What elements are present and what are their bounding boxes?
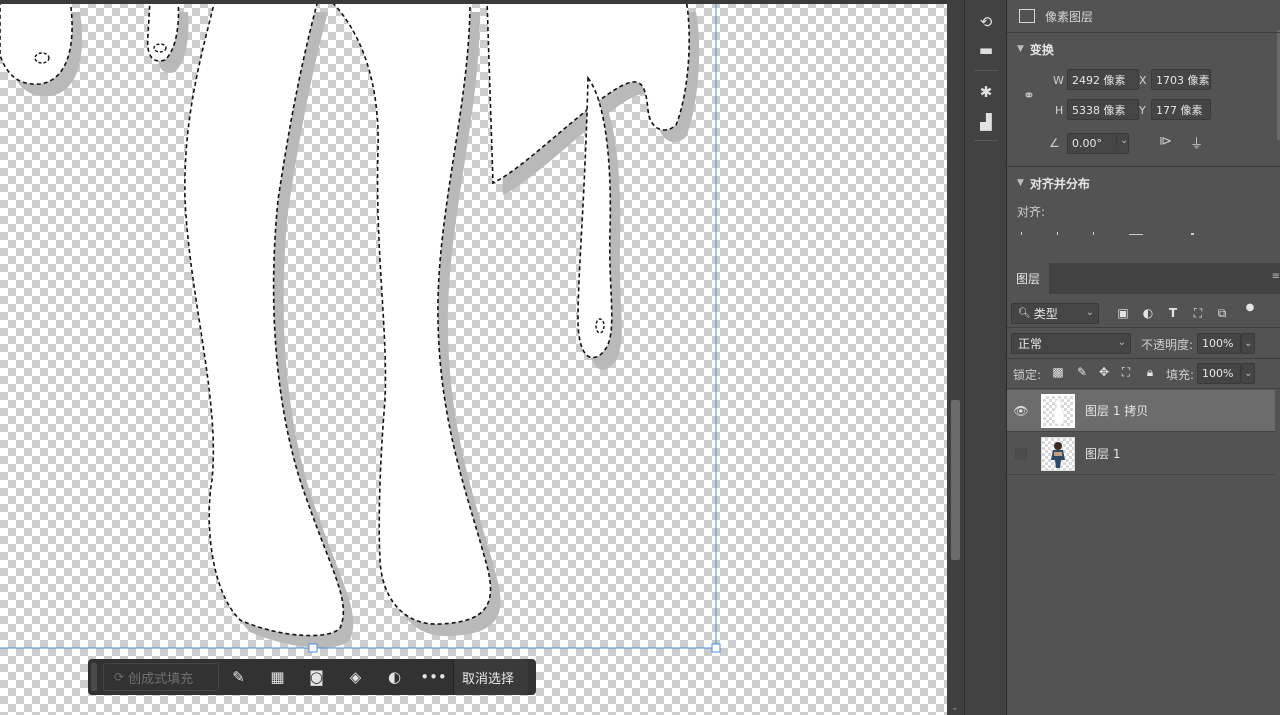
layer-row[interactable]: 👁︎ 图层 1 拷贝	[1007, 390, 1275, 432]
align-title: 对齐并分布	[1029, 176, 1090, 191]
align-label: 对齐:	[1017, 205, 1046, 219]
angle-field[interactable]: 0.00° ⌄	[1067, 133, 1129, 154]
width-field[interactable]: 2492 像素	[1067, 69, 1139, 90]
align-middle-icon[interactable]	[1191, 233, 1194, 235]
visibility-toggle-off[interactable]	[1015, 447, 1027, 460]
lock-label: 锁定:	[1013, 368, 1042, 382]
tab-layers[interactable]: 图层	[1007, 263, 1049, 294]
align-left-icon[interactable]	[1021, 232, 1022, 235]
more-options-icon[interactable]: •••	[414, 659, 453, 695]
lock-position-icon[interactable]: ✥	[1095, 365, 1113, 379]
right-panel: 像素图层 ▼ 变换 W 2492 像素 X 1703 像素 ⚭ H 5338 像…	[1007, 0, 1280, 715]
angle-icon: ∠	[1049, 136, 1060, 150]
layer-thumbnail[interactable]	[1041, 436, 1075, 471]
transform-section-header[interactable]: ▼ 变换	[1007, 40, 1280, 58]
align-section-header[interactable]: ▼ 对齐并分布	[1007, 174, 1280, 192]
align-right-icon[interactable]	[1093, 232, 1094, 235]
align-center-icon[interactable]	[1057, 232, 1058, 235]
layer-thumbnail-figure	[1053, 399, 1065, 424]
width-label: W	[1053, 74, 1064, 87]
fill-dropdown-icon[interactable]: ⌄	[1241, 363, 1255, 384]
layers-tab-bar: 图层 ≡	[1007, 263, 1280, 294]
filter-shape-icon[interactable]: ⛶	[1189, 306, 1207, 321]
opacity-field[interactable]: 100%	[1197, 333, 1241, 354]
histogram-icon[interactable]: ▟	[973, 110, 999, 134]
link-dimensions-icon[interactable]: ⚭	[1023, 88, 1035, 104]
align-top-icon[interactable]	[1129, 234, 1143, 235]
fill-label: 填充:	[1166, 368, 1195, 382]
filter-toggle-icon[interactable]: ●	[1241, 302, 1259, 313]
layer-name[interactable]: 图层 1 拷贝	[1085, 402, 1148, 419]
x-field[interactable]: 1703 像素	[1151, 69, 1211, 90]
deselect-button[interactable]: 取消选择	[453, 659, 529, 695]
lock-all-icon[interactable]: 🔒︎	[1141, 365, 1159, 380]
eye-icon[interactable]: 👁︎	[1007, 404, 1035, 418]
transform-title: 变换	[1029, 42, 1054, 57]
canvas-top-edge	[0, 0, 947, 4]
scrollbar-thumb[interactable]	[951, 400, 960, 560]
comments-icon[interactable]: ▬	[973, 38, 999, 62]
layer-filter-dropdown[interactable]: 🔍︎ 类型 ⌄	[1011, 303, 1099, 324]
search-icon: 🔍︎	[1018, 308, 1031, 319]
taskbar-grip-handle[interactable]	[91, 663, 97, 691]
navigator-icon[interactable]: ✱	[973, 80, 999, 104]
lock-artboard-icon[interactable]: ⛶	[1117, 365, 1135, 380]
chevron-down-icon: ▼	[1017, 178, 1024, 188]
blend-mode-dropdown[interactable]: 正常 ⌄	[1011, 333, 1131, 354]
panel-icon-strip: ⟲ ▬ ✱ ▟	[964, 0, 1007, 715]
generative-fill-label: 创成式填充	[128, 671, 194, 687]
select-mask-icon[interactable]: ▦	[258, 659, 297, 695]
adjustment-layer-icon[interactable]: ◐	[375, 659, 414, 695]
scroll-down-arrow-icon[interactable]: ⌄	[951, 703, 959, 713]
pixel-layer-icon	[1019, 9, 1035, 23]
generative-fill-button[interactable]: ⟳ 创成式填充	[103, 663, 219, 691]
selection-artwork	[0, 0, 721, 653]
filter-kind-label: 类型	[1033, 307, 1058, 321]
y-label: Y	[1139, 104, 1146, 117]
create-mask-icon[interactable]: ◙	[297, 659, 336, 695]
strip-divider	[974, 70, 998, 71]
fill-bucket-icon[interactable]: ◈	[336, 659, 375, 695]
blend-mode-value: 正常	[1018, 337, 1043, 351]
contextual-task-bar: ⟳ 创成式填充 ✎ ▦ ◙ ◈ ◐ ••• 取消选择	[88, 659, 536, 695]
angle-dropdown-icon[interactable]: ⌄	[1116, 135, 1128, 146]
generative-sparkle-icon: ⟳	[114, 670, 125, 684]
canvas-vertical-scrollbar[interactable]: ⌄	[947, 0, 964, 715]
y-field[interactable]: 177 像素	[1151, 99, 1211, 120]
layer-thumbnail[interactable]	[1041, 393, 1075, 428]
fill-field[interactable]: 100%	[1197, 363, 1241, 384]
height-field[interactable]: 5338 像素	[1067, 99, 1139, 120]
filter-adjustment-icon[interactable]: ◐	[1139, 306, 1157, 320]
modify-selection-brush-icon[interactable]: ✎	[219, 659, 258, 695]
history-icon[interactable]: ⟲	[973, 10, 999, 34]
document-canvas[interactable]: ⟳ 创成式填充 ✎ ▦ ◙ ◈ ◐ ••• 取消选择	[0, 0, 947, 715]
properties-layer-type: 像素图层	[1007, 6, 1280, 26]
chevron-down-icon: ▼	[1017, 44, 1024, 54]
layer-type-label: 像素图层	[1045, 9, 1094, 24]
angle-value: 0.00°	[1072, 137, 1102, 150]
lock-transparent-pixels-icon[interactable]: ▩	[1049, 365, 1067, 379]
filter-smart-object-icon[interactable]: ⧉	[1213, 306, 1231, 321]
panel-menu-icon[interactable]: ≡	[1272, 271, 1280, 282]
strip-divider	[974, 140, 998, 141]
chevron-down-icon: ⌄	[1085, 307, 1094, 318]
flip-vertical-icon[interactable]: ⏚	[1190, 133, 1203, 152]
flip-horizontal-icon[interactable]: ⧐	[1159, 134, 1172, 149]
filter-pixel-icon[interactable]: ▣	[1114, 306, 1132, 320]
chevron-down-icon: ⌄	[1117, 337, 1126, 348]
layer-name[interactable]: 图层 1	[1085, 445, 1120, 462]
layer-row[interactable]: 图层 1	[1007, 433, 1275, 475]
x-label: X	[1139, 74, 1147, 87]
opacity-label: 不透明度:	[1141, 338, 1194, 352]
lock-image-pixels-icon[interactable]: ✎	[1073, 365, 1091, 379]
opacity-dropdown-icon[interactable]: ⌄	[1241, 333, 1255, 354]
filter-type-icon[interactable]: T	[1164, 306, 1182, 320]
height-label: H	[1055, 104, 1064, 117]
layer-thumbnail-figure	[1051, 441, 1065, 468]
